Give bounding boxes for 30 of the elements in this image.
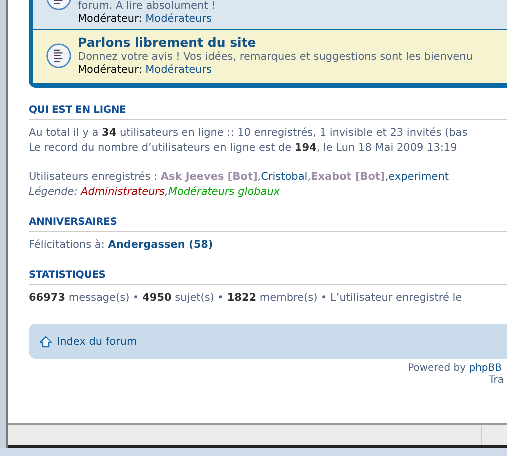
moderator-link[interactable]: Modérateurs <box>146 13 212 25</box>
translation-text: Tra <box>489 375 505 387</box>
registered-users-label: Utilisateurs enregistrés : <box>29 171 158 183</box>
forum-description: Donnez votre avis ! Vos idées, remarques et suggestions sont les bienvenu <box>78 51 473 64</box>
forum-description: forum. A lire absolument ! <box>78 0 216 13</box>
group-link[interactable]: Administrateurs <box>81 186 166 198</box>
phpbb-link[interactable]: phpBB <box>469 363 502 374</box>
powered-by-text: Powered by <box>408 363 466 374</box>
forum-icon <box>46 43 72 69</box>
section-heading: ANNIVERSAIRES <box>29 217 507 232</box>
section-heading: STATISTIQUES <box>29 270 507 285</box>
online-stats-text: Au total il y a 34 utilisateurs en ligne :: 10 enregistrés, 1 invisible et 23 invités (bas <box>29 126 469 141</box>
online-stats-text: Le record du nombre d’utilisateurs en ligne est de 194, le Lun 18 Mai 2009 13:19 <box>29 141 458 156</box>
moderator-label: Modérateur: <box>78 64 142 76</box>
legend-label: Légende: <box>29 186 78 198</box>
birthday-label: Félicitations à: <box>29 239 105 251</box>
separator: , <box>385 171 389 183</box>
username-link[interactable]: Cristobal <box>261 171 308 183</box>
moderator-link[interactable]: Modérateurs <box>146 64 212 76</box>
home-icon <box>39 334 53 348</box>
separator: , <box>165 186 168 198</box>
username-link[interactable]: Andergassen (58) <box>108 239 214 251</box>
forum-title-link[interactable]: Parlons librement du site <box>78 35 473 51</box>
separator: , <box>258 171 262 183</box>
statistics-text: 66973 message(s) • 4950 sujet(s) • 1822 membre(s) • L’utilisateur enregistré le <box>29 291 464 306</box>
username-link[interactable]: experiment <box>388 171 449 183</box>
forum-index-link[interactable]: Index du forum <box>57 336 138 348</box>
separator: , <box>308 171 312 183</box>
section-heading: QUI EST EN LIGNE <box>29 105 507 120</box>
moderator-label: Modérateur: <box>78 13 142 25</box>
